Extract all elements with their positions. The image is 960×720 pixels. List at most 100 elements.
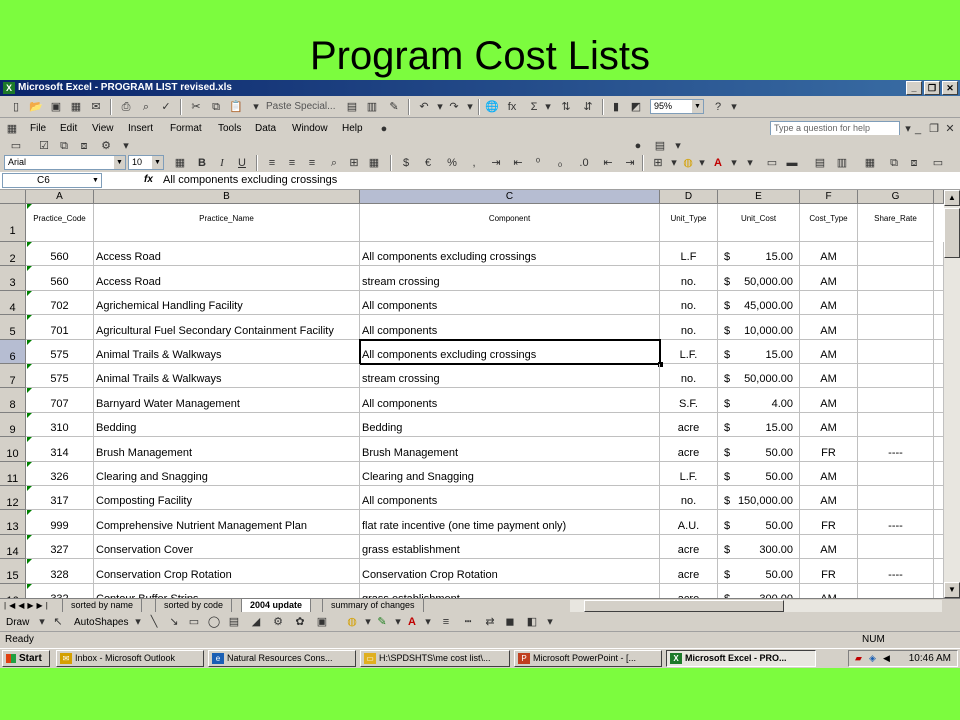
table-cell[interactable]: [858, 242, 934, 267]
table-cell[interactable]: [858, 266, 934, 291]
menu-help[interactable]: Help: [342, 122, 363, 136]
paste-formatting-icon[interactable]: ▥: [364, 99, 380, 115]
copy-icon[interactable]: ⧉: [208, 99, 224, 115]
table-cell[interactable]: [858, 364, 934, 389]
table-cell[interactable]: no.: [660, 486, 718, 511]
diagram-icon[interactable]: ⚙: [270, 614, 286, 630]
help-icon[interactable]: ?: [710, 99, 726, 115]
column-header-f[interactable]: F: [800, 190, 858, 204]
restore-button[interactable]: ❐: [924, 81, 940, 95]
tab-summary-of-changes[interactable]: summary of changes: [322, 599, 424, 612]
table-cell-empty[interactable]: [934, 461, 944, 486]
row-header-3[interactable]: 3: [0, 266, 26, 291]
currency-icon[interactable]: $: [398, 155, 414, 171]
table-cell-empty[interactable]: [934, 486, 944, 511]
table-cell[interactable]: Conservation Crop Rotation: [360, 559, 660, 584]
table-cell[interactable]: FR: [800, 510, 858, 535]
italic-button[interactable]: I: [214, 155, 230, 171]
table-cell[interactable]: [858, 412, 934, 438]
table-cell[interactable]: [858, 461, 934, 486]
fill-dropdown-icon[interactable]: ▾: [694, 155, 710, 171]
font-color-icon[interactable]: A: [710, 155, 726, 171]
table-cell[interactable]: FR: [800, 437, 858, 462]
row-header-5[interactable]: 5: [0, 315, 26, 340]
table-cell-empty[interactable]: [934, 437, 944, 462]
name-box[interactable]: C6 ▼: [2, 173, 102, 188]
window-titlebar[interactable]: X Microsoft Excel - PROGRAM LIST revised…: [0, 80, 960, 96]
task-excel[interactable]: X Microsoft Excel - PRO...: [666, 650, 816, 667]
table-cell[interactable]: $50.00: [718, 437, 800, 462]
paste-special-button[interactable]: Paste Special...: [266, 100, 335, 114]
table-cell[interactable]: Agrichemical Handling Facility: [94, 290, 360, 316]
table-cell-empty[interactable]: [934, 266, 944, 291]
align-left-icon[interactable]: ≡: [264, 155, 280, 171]
insert-function-button[interactable]: fx: [144, 174, 153, 185]
sort-ascending-icon[interactable]: ⇅: [558, 99, 574, 115]
column-header-extra[interactable]: [934, 190, 944, 204]
chart-wizard-icon[interactable]: ▮: [608, 99, 624, 115]
decrease-indent-icon[interactable]: ⇤: [600, 155, 616, 171]
paste-dropdown-icon[interactable]: ▾: [248, 99, 264, 115]
table-cell[interactable]: $50.00: [718, 559, 800, 584]
tab-2004-update[interactable]: 2004 update: [241, 599, 312, 612]
table-cell[interactable]: [858, 583, 934, 598]
table-cell[interactable]: 310: [26, 412, 94, 438]
menu-edit[interactable]: Edit: [60, 122, 77, 136]
table-cell[interactable]: 560: [26, 266, 94, 291]
draw-menu[interactable]: Draw: [6, 616, 29, 630]
find-icon[interactable]: ⌕: [326, 155, 342, 171]
table-cell[interactable]: $300.00: [718, 534, 800, 560]
table-cell[interactable]: 999: [26, 510, 94, 535]
table-cell[interactable]: acre: [660, 534, 718, 560]
table-cell-empty[interactable]: [934, 412, 944, 438]
table-cell[interactable]: $4.00: [718, 388, 800, 413]
dash-style-icon[interactable]: ┅: [460, 614, 476, 630]
web-icon-1[interactable]: ▤: [812, 155, 828, 171]
redo-icon[interactable]: ↷: [446, 99, 462, 115]
row-header-2[interactable]: 2: [0, 242, 26, 267]
table-icon[interactable]: ▦: [366, 155, 382, 171]
table-cell[interactable]: 317: [26, 486, 94, 511]
euro-icon[interactable]: €: [420, 155, 436, 171]
line-tool-icon[interactable]: ╲: [146, 614, 162, 630]
table-cell[interactable]: Clearing and Snagging: [94, 461, 360, 486]
table-cell[interactable]: L.F.: [660, 339, 718, 364]
format-cells-icon[interactable]: ▦: [172, 155, 188, 171]
table-cell[interactable]: acre: [660, 412, 718, 438]
formula-input[interactable]: All components excluding crossings: [163, 174, 337, 186]
table-cell[interactable]: AM: [800, 461, 858, 486]
menu-data[interactable]: Data: [255, 122, 276, 136]
table-cell[interactable]: [858, 315, 934, 340]
more-buttons-icon[interactable]: ▾: [742, 155, 758, 171]
table-cell[interactable]: no.: [660, 315, 718, 340]
table-cell[interactable]: S.F.: [660, 388, 718, 413]
table-cell[interactable]: Composting Facility: [94, 486, 360, 511]
table-cell[interactable]: All components: [360, 315, 660, 340]
row-header-16[interactable]: 16: [0, 583, 26, 598]
menu-insert[interactable]: Insert: [128, 122, 153, 136]
table-cell[interactable]: $150,000.00: [718, 486, 800, 511]
table-cell[interactable]: Access Road: [94, 266, 360, 291]
web-icon-6[interactable]: ▭: [930, 155, 946, 171]
borders-icon[interactable]: ⊞: [650, 155, 666, 171]
tab-sorted-by-code[interactable]: sorted by code: [155, 599, 233, 612]
table-cell[interactable]: 327: [26, 534, 94, 560]
table-cell-empty[interactable]: [934, 364, 944, 389]
form-dropdown-icon[interactable]: ▾: [670, 138, 686, 154]
decrease-decimal-icon[interactable]: ₀: [552, 155, 568, 171]
autosum-dropdown-icon[interactable]: ▾: [540, 99, 556, 115]
table-cell[interactable]: [858, 290, 934, 316]
zoom-select[interactable]: 95% ▼: [650, 99, 704, 114]
start-button[interactable]: Start: [2, 650, 50, 667]
table-cell[interactable]: acre: [660, 437, 718, 462]
table-cell[interactable]: Bedding: [94, 412, 360, 438]
table-cell-empty[interactable]: [934, 290, 944, 316]
row-header-7[interactable]: 7: [0, 364, 26, 389]
review-reply-icon[interactable]: ⧈: [76, 138, 92, 154]
table-cell[interactable]: AM: [800, 534, 858, 560]
table-cell[interactable]: Clearing and Snagging: [360, 461, 660, 486]
cut-icon[interactable]: ✂: [188, 99, 204, 115]
column-header-b[interactable]: B: [94, 190, 360, 204]
table-cell-empty[interactable]: [934, 510, 944, 535]
insert-function-icon[interactable]: fx: [504, 99, 520, 115]
